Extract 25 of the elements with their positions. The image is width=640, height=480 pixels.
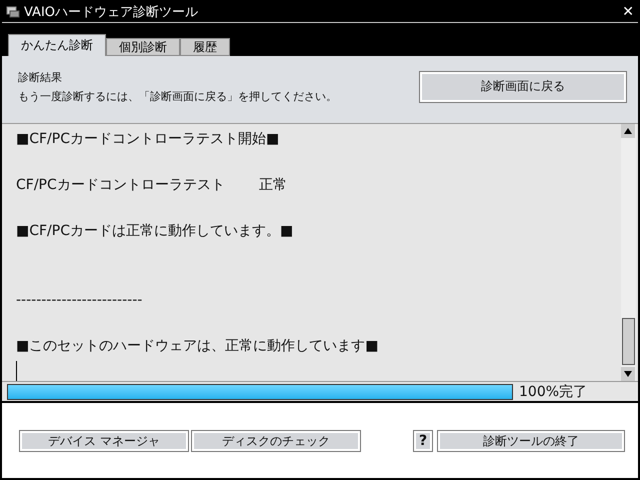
tab[interactable]: かんたん診断 (8, 34, 106, 56)
log-line: CF/PCカードコントローラテスト (16, 176, 225, 195)
action-button[interactable]: ディスクのチェック (192, 430, 360, 450)
text-cursor (16, 361, 17, 381)
scroll-thumb[interactable] (622, 318, 635, 365)
scroll-up-icon[interactable] (621, 124, 635, 138)
help-button[interactable]: ? (414, 430, 432, 450)
back-button[interactable]: 診断画面に戻る (420, 72, 626, 102)
log-line: ■このセットのハードウェアは、正常に動作しています■ (16, 337, 378, 356)
action-button[interactable]: デバイス マネージャ (20, 430, 188, 450)
log-line: ■CF/PCカードコントローラテスト開始■ (16, 130, 280, 149)
exit-button[interactable]: 診断ツールの終了 (438, 430, 624, 450)
hint-text: もう一度診断するには、「診断画面に戻る」を押してください。 (18, 88, 338, 104)
scroll-down-icon[interactable] (621, 367, 635, 381)
scrollbar[interactable] (621, 124, 636, 381)
close-button[interactable]: ✕ (618, 4, 638, 20)
result-title: 診断結果 (18, 70, 63, 84)
tab[interactable]: 履歴 (180, 38, 230, 56)
app-icon (6, 6, 20, 18)
window-title: VAIOハードウェア診断ツール (24, 4, 198, 21)
status-text: 正常 (258, 176, 287, 195)
log-line: ■CF/PCカードは正常に動作しています。■ (16, 222, 294, 241)
progress-text: 100%完了 (519, 382, 588, 400)
separator-line: ------------------------- (16, 291, 142, 310)
tab[interactable]: 個別診断 (106, 38, 180, 56)
